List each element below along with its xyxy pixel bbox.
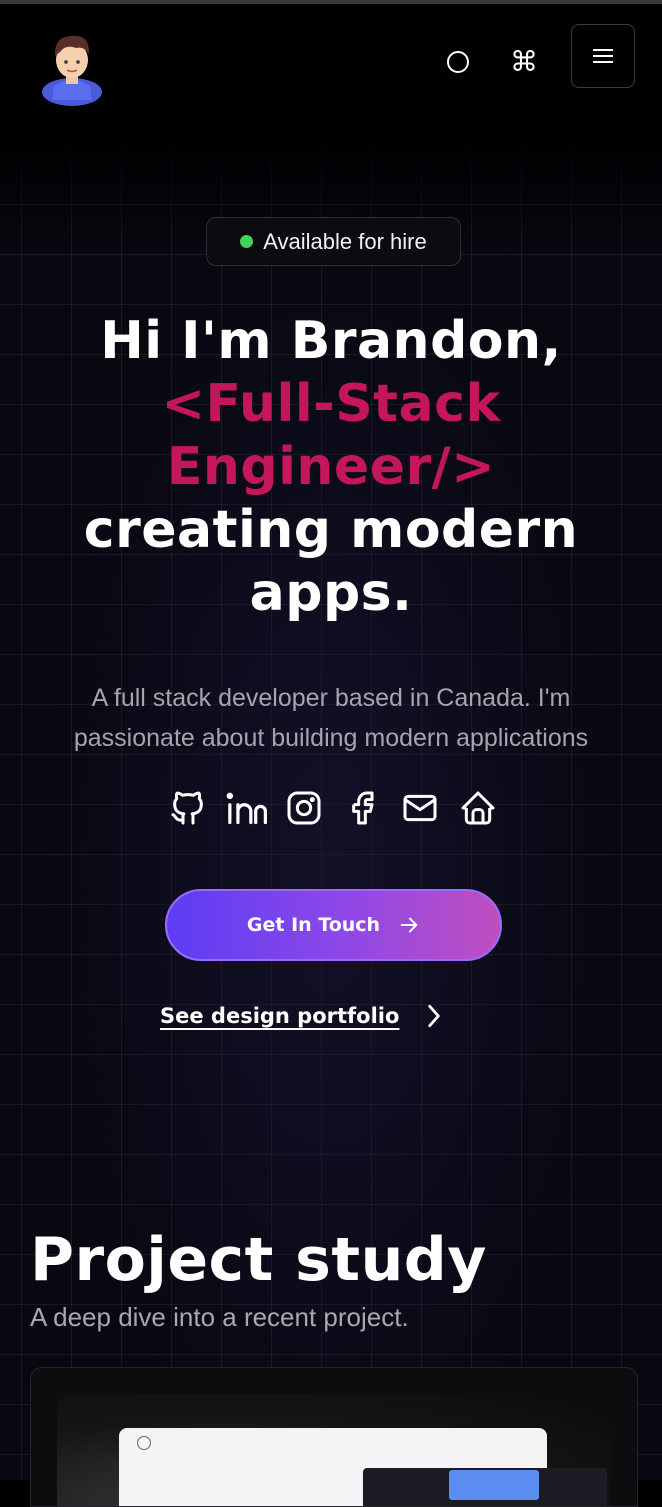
hero-description: A full stack developer based in Canada. …: [73, 684, 589, 752]
site-header: ⌘: [0, 4, 662, 134]
project-study-title: Project study: [30, 1225, 487, 1295]
mail-icon[interactable]: [398, 786, 442, 830]
command-icon[interactable]: ⌘: [504, 42, 544, 82]
hero-section: Available for hire Hi I'm Brandon, <Full…: [0, 134, 662, 1507]
hamburger-menu-button[interactable]: [571, 24, 635, 88]
project-card[interactable]: [30, 1367, 638, 1507]
project-preview-image: [57, 1394, 611, 1506]
fingerprint-icon: [137, 1436, 151, 1450]
cta-label: Get In Touch: [246, 914, 381, 936]
arrow-right-icon: [400, 917, 418, 933]
home-icon[interactable]: [456, 786, 500, 830]
preview-blue-block: [449, 1470, 539, 1500]
portfolio-link-label: See design portfolio: [160, 1004, 400, 1028]
project-study-subtitle: A deep dive into a recent project.: [30, 1302, 409, 1332]
theme-circle-icon[interactable]: [438, 42, 478, 82]
avatar-logo[interactable]: [36, 26, 108, 106]
preview-screenshot: [119, 1428, 607, 1506]
design-portfolio-link[interactable]: See design portfolio: [160, 996, 443, 1036]
github-icon[interactable]: [166, 786, 210, 830]
headline-tagline: creating modern apps.: [83, 500, 579, 623]
facebook-icon[interactable]: [340, 786, 384, 830]
get-in-touch-button[interactable]: Get In Touch: [165, 889, 502, 961]
availability-badge: Available for hire: [206, 217, 461, 266]
headline-intro: Hi I'm Brandon,: [100, 311, 562, 371]
hero-headline: Hi I'm Brandon, <Full-Stack Engineer/> c…: [20, 310, 642, 625]
status-dot: [240, 235, 254, 248]
instagram-icon[interactable]: [282, 786, 326, 830]
social-links: [166, 784, 500, 832]
hamburger-menu-icon: [593, 49, 613, 63]
headline-role: <Full-Stack Engineer/>: [161, 374, 501, 497]
linkedin-icon[interactable]: [224, 786, 268, 830]
availability-text: Available for hire: [263, 228, 427, 254]
chevron-right-icon: [428, 1004, 441, 1028]
